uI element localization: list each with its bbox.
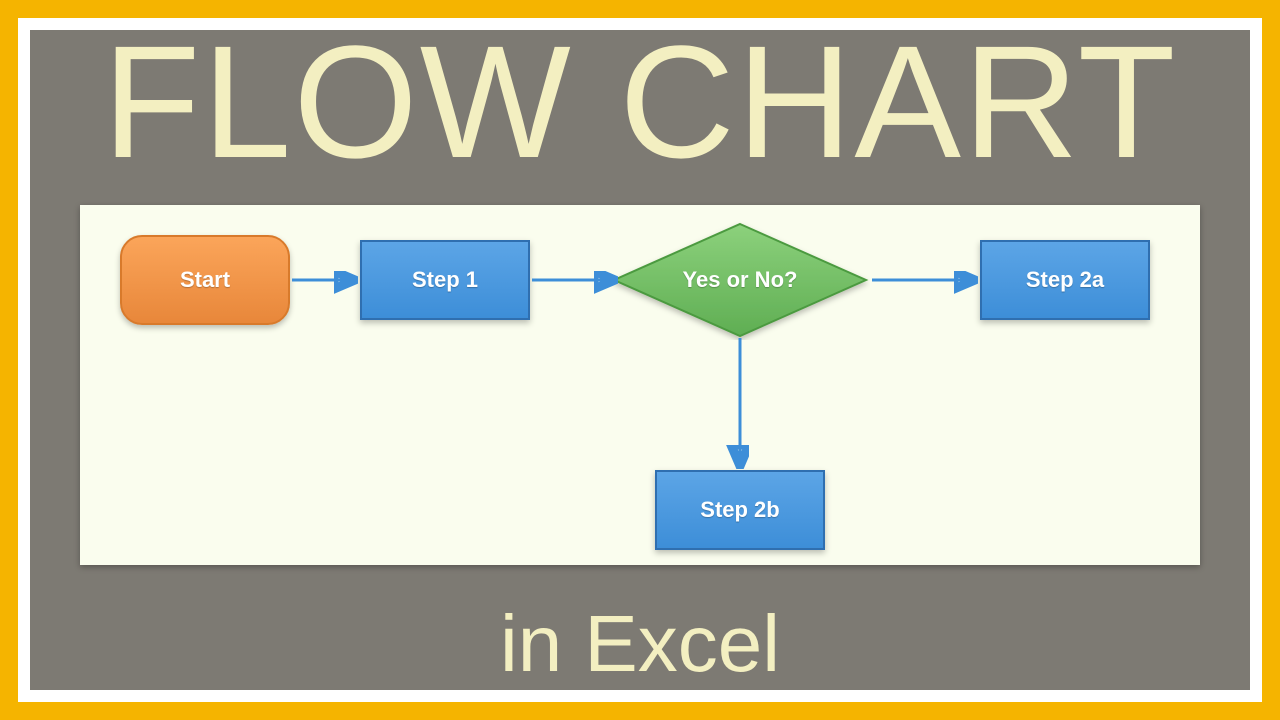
node-label: Step 2a — [1026, 267, 1104, 293]
arrow-decision-to-step2b — [725, 336, 755, 471]
flowchart-node-decision: Yes or No? — [610, 220, 870, 340]
flowchart-node-start: Start — [120, 235, 290, 325]
flowchart-node-step1: Step 1 — [360, 240, 530, 320]
outer-frame: FLOW CHART Start Step 1 — [0, 0, 1280, 720]
node-label: Step 2b — [700, 497, 779, 523]
flowchart-node-step2b: Step 2b — [655, 470, 825, 550]
title-text: FLOW CHART — [30, 10, 1250, 194]
node-label: Yes or No? — [610, 220, 870, 340]
arrow-decision-to-step2a — [870, 265, 980, 295]
node-label: Start — [180, 267, 230, 293]
flowchart-node-step2a: Step 2a — [980, 240, 1150, 320]
flowchart-canvas: Start Step 1 — [80, 205, 1200, 565]
arrow-start-to-step1 — [290, 265, 360, 295]
arrow-step1-to-decision — [530, 265, 620, 295]
node-label: Step 1 — [412, 267, 478, 293]
gray-panel: FLOW CHART Start Step 1 — [30, 30, 1250, 690]
white-frame: FLOW CHART Start Step 1 — [18, 18, 1262, 702]
subtitle-text: in Excel — [30, 598, 1250, 690]
